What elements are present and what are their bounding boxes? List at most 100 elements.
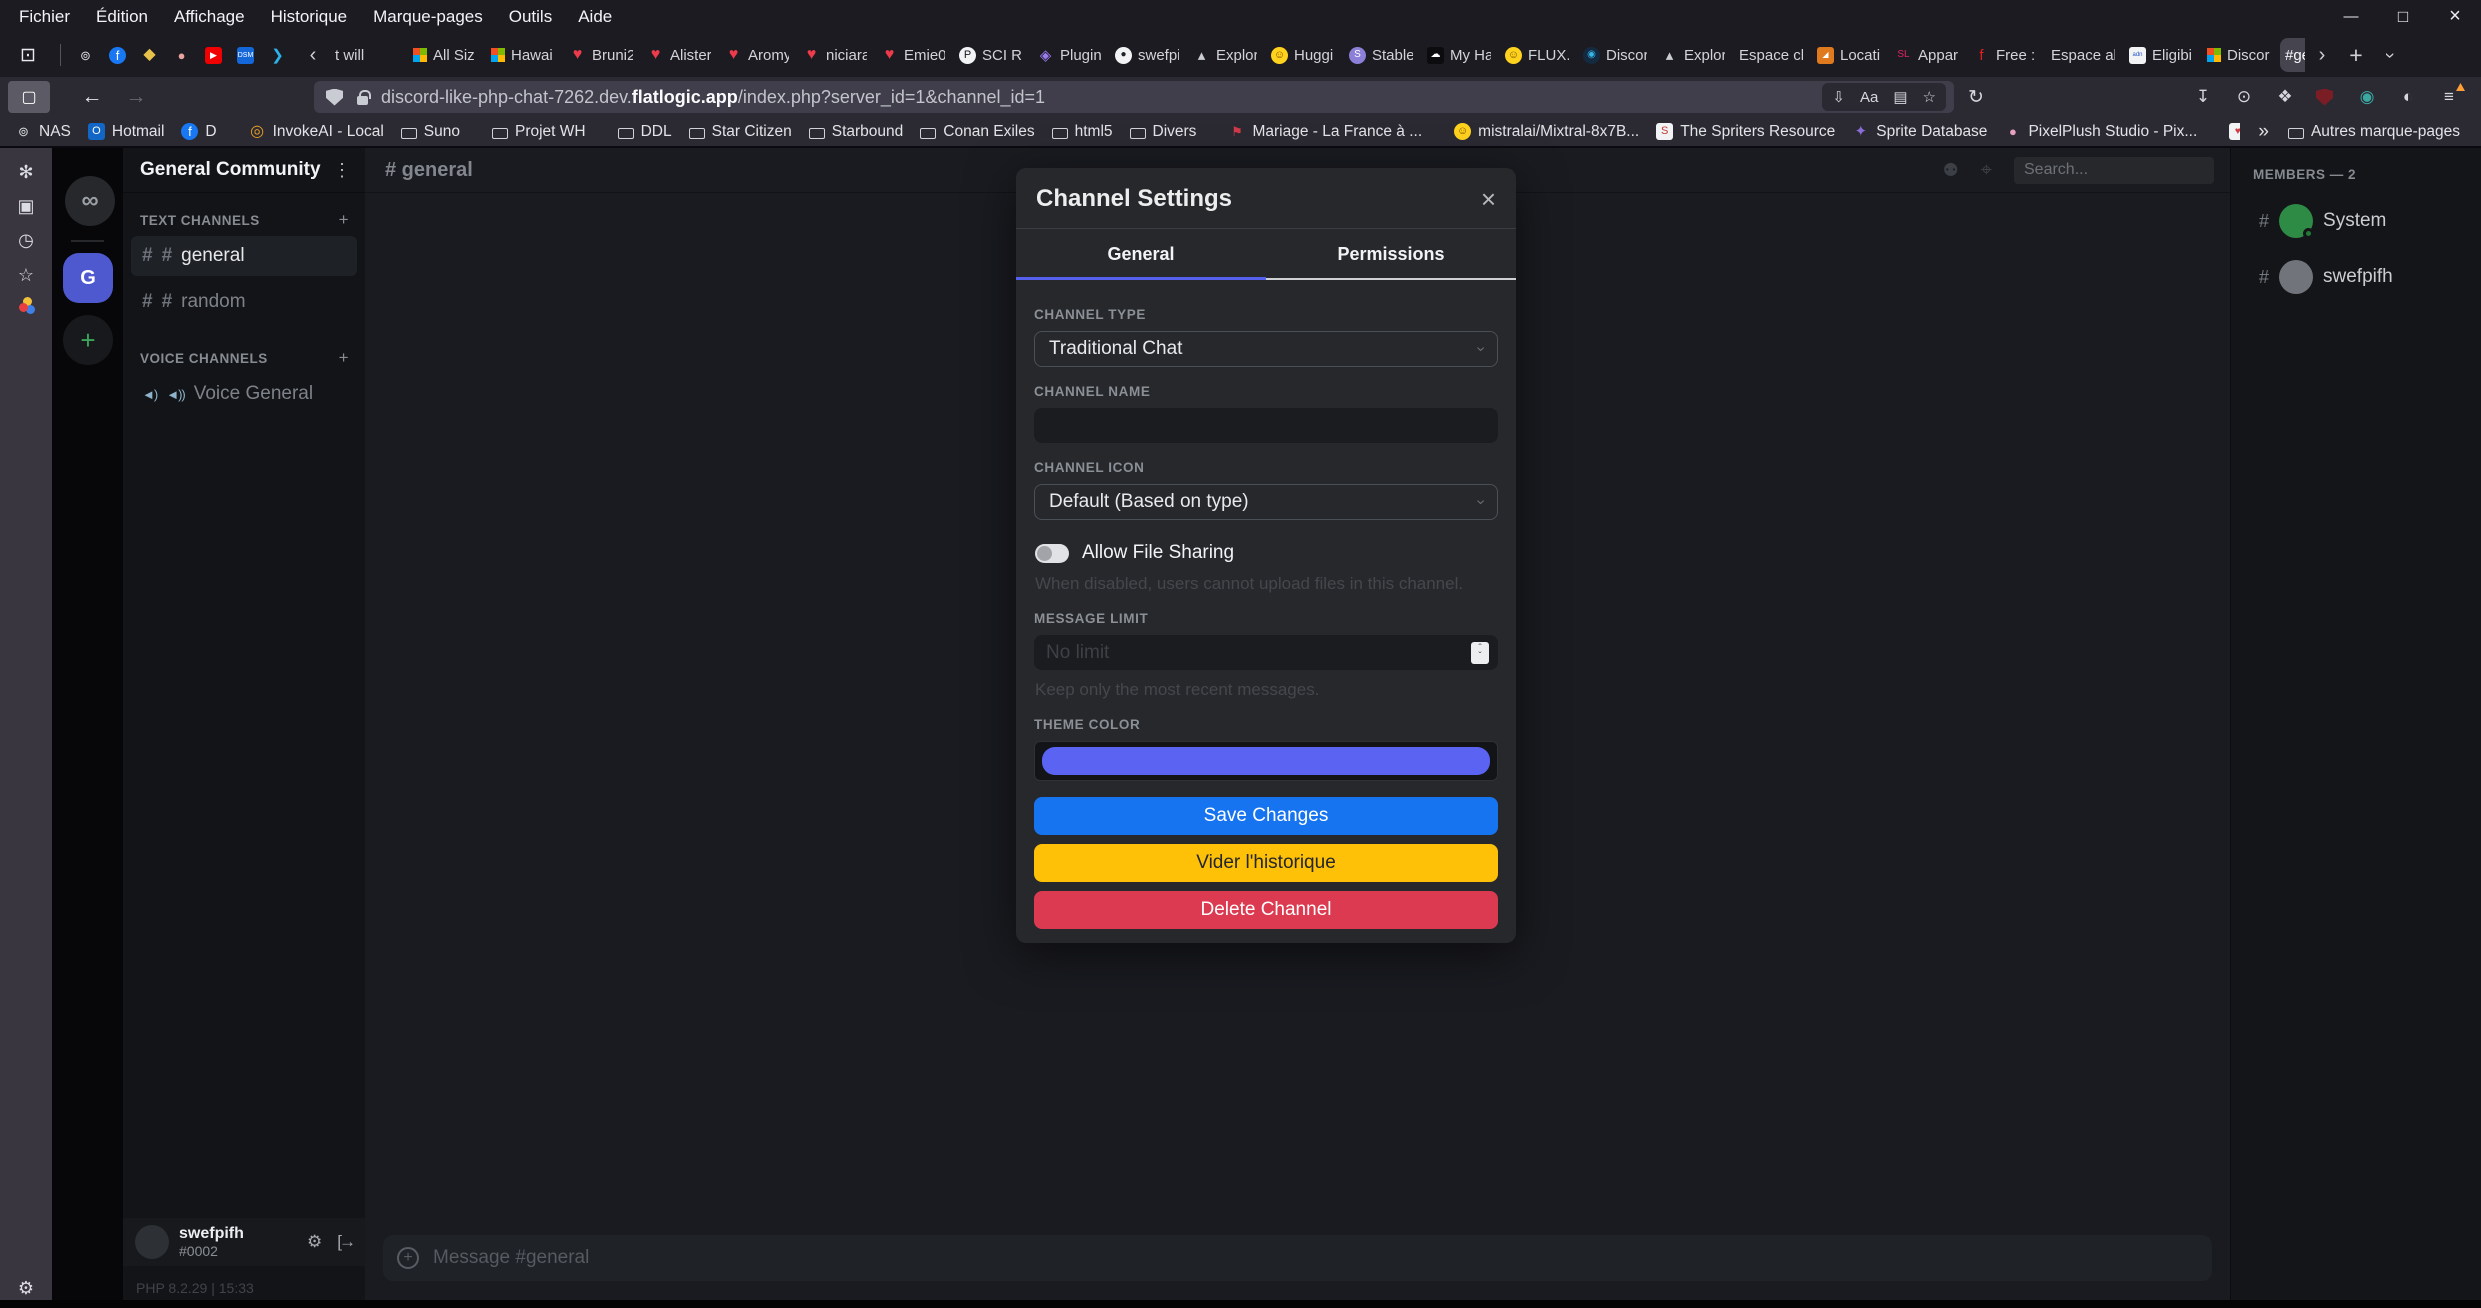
- robot-icon[interactable]: ◉: [2357, 87, 2377, 107]
- back-button[interactable]: ←: [74, 81, 110, 113]
- scroll-tabs-left-button[interactable]: ‹: [296, 39, 330, 71]
- bookmark-item[interactable]: ✦ Sprite Database: [1847, 123, 1992, 141]
- browser-tab[interactable]: SL Appar: [1890, 38, 1964, 72]
- downloads-icon[interactable]: ↧: [2193, 87, 2213, 107]
- browser-tab[interactable]: ♥ Aromy: [720, 38, 794, 72]
- save-page-icon[interactable]: ⇩: [1832, 88, 1845, 106]
- channel-name-input[interactable]: [1034, 408, 1498, 443]
- discord-home-button[interactable]: ∞: [65, 176, 115, 226]
- browser-tab[interactable]: ☺ Huggi: [1266, 38, 1340, 72]
- bookmark-item[interactable]: f D: [176, 123, 221, 141]
- member-row[interactable]: # swefpifh: [2231, 246, 2481, 294]
- voice-channel-item[interactable]: ◄) ◄)) Voice General: [131, 374, 357, 414]
- add-channel-button[interactable]: +: [339, 210, 349, 230]
- browser-tab[interactable]: ▴ Explor: [1656, 38, 1730, 72]
- menu-item[interactable]: Aide: [565, 0, 625, 33]
- message-limit-input[interactable]: [1034, 635, 1498, 670]
- menu-icon[interactable]: ≡: [2439, 87, 2459, 107]
- history-clock-icon[interactable]: ◷: [0, 230, 52, 251]
- chatgpt-icon[interactable]: ✻: [0, 162, 52, 183]
- bookmark-item[interactable]: Divers: [1125, 123, 1202, 141]
- modal-action-button[interactable]: Delete Channel: [1034, 891, 1498, 929]
- bookmark-item[interactable]: html5: [1047, 123, 1118, 141]
- extensions-icon[interactable]: ❖: [2275, 87, 2295, 107]
- tracking-shield-icon[interactable]: [326, 89, 343, 106]
- browser-tab[interactable]: t will: [330, 38, 404, 72]
- pixel-creature-icon[interactable]: ●: [173, 47, 190, 64]
- browser-tab[interactable]: #genera ×: [2280, 38, 2305, 72]
- browser-tab[interactable]: adn Eligibi: [2124, 38, 2198, 72]
- bookmark-item[interactable]: Star Citizen: [684, 123, 797, 141]
- bookmark-item[interactable]: ⊚ NAS: [10, 123, 76, 141]
- forward-button[interactable]: →: [118, 81, 154, 113]
- server-header[interactable]: General Community ⋮: [123, 148, 365, 193]
- member-row[interactable]: # System: [2231, 190, 2481, 238]
- browser-tab[interactable]: ◢ Locati: [1812, 38, 1886, 72]
- search-input[interactable]: [2014, 157, 2214, 184]
- modal-tab[interactable]: General: [1016, 229, 1266, 278]
- screenshare-icon[interactable]: ▣: [0, 196, 52, 217]
- menu-item[interactable]: Historique: [258, 0, 361, 33]
- minimize-button[interactable]: —: [2325, 0, 2377, 33]
- other-bookmarks-button[interactable]: Autres marque-pages: [2283, 123, 2465, 141]
- bookmark-star-icon[interactable]: ☆: [1923, 88, 1936, 106]
- menu-item[interactable]: Outils: [496, 0, 565, 33]
- browser-tab[interactable]: ♥ niciara: [798, 38, 872, 72]
- channel-item[interactable]: # # general: [131, 236, 357, 276]
- bookmark-item[interactable]: Projet WH: [487, 123, 591, 141]
- attach-plus-icon[interactable]: +: [397, 1247, 419, 1269]
- channel-icon-select[interactable]: Default (Based on type) ›: [1034, 484, 1498, 520]
- browser-tab[interactable]: f Free :: [1968, 38, 2042, 72]
- modal-action-button[interactable]: Vider l'historique: [1034, 844, 1498, 882]
- browser-tab[interactable]: ☁ My Ha: [1422, 38, 1496, 72]
- server-button-general-community[interactable]: G: [63, 253, 113, 303]
- channel-item[interactable]: # # random: [131, 282, 357, 322]
- colors-icon[interactable]: [0, 299, 52, 312]
- theme-color-picker[interactable]: [1034, 741, 1498, 781]
- bookmark-item[interactable]: O Hotmail: [83, 123, 170, 141]
- menu-item[interactable]: Affichage: [161, 0, 258, 33]
- bookmark-item[interactable]: ◎ InvokeAI - Local: [244, 123, 389, 141]
- menu-item[interactable]: Marque-pages: [360, 0, 496, 33]
- pin-icon[interactable]: ⌖: [1981, 159, 1992, 182]
- browser-tab[interactable]: Espace clie: [1734, 38, 1808, 72]
- file-sharing-toggle[interactable]: [1035, 544, 1069, 563]
- menu-item[interactable]: Édition: [83, 0, 161, 33]
- modal-action-button[interactable]: Save Changes: [1034, 797, 1498, 835]
- browser-tab[interactable]: ◈ Plugin: [1032, 38, 1106, 72]
- sidebar-toggle-button[interactable]: ▢: [8, 81, 50, 113]
- settings-gear-icon[interactable]: ⚙: [0, 1278, 52, 1299]
- ublock-icon[interactable]: [2316, 89, 2336, 106]
- bookmark-item[interactable]: S The Spriters Resource: [1651, 123, 1840, 141]
- account-icon[interactable]: ⊙: [2234, 87, 2254, 107]
- facebook-icon[interactable]: f: [109, 47, 126, 64]
- modal-tab[interactable]: Permissions: [1266, 229, 1516, 278]
- bookmark-item[interactable]: Conan Exiles: [915, 123, 1039, 141]
- translate-icon[interactable]: Aa: [1860, 89, 1878, 106]
- bookmark-item[interactable]: ● PixelPlush Studio - Pix...: [1999, 123, 2202, 141]
- url-bar[interactable]: discord-like-php-chat-7262.dev.flatlogic…: [314, 81, 1954, 113]
- bookmarks-overflow-button[interactable]: »: [2258, 121, 2269, 143]
- members-toggle-icon[interactable]: ⚉: [1943, 160, 1959, 181]
- number-spinner[interactable]: ˆ ˇ: [1471, 642, 1489, 664]
- bookmark-item[interactable]: Suno: [396, 123, 465, 141]
- maximize-button[interactable]: □: [2377, 0, 2429, 33]
- synology-icon[interactable]: ❯: [269, 47, 286, 64]
- channel-type-select[interactable]: Traditional Chat ›: [1034, 331, 1498, 367]
- bookmark-item[interactable]: ♥ Download Time Mana...: [2224, 123, 2240, 141]
- logout-icon[interactable]: [→: [337, 1232, 353, 1252]
- globe-icon[interactable]: ⊚: [77, 47, 94, 64]
- lock-icon[interactable]: [357, 96, 368, 105]
- bookmark-item[interactable]: Starbound: [804, 123, 909, 141]
- bookmark-item[interactable]: ☺ mistralai/Mixtral-8x7B...: [1449, 123, 1644, 141]
- menu-item[interactable]: Fichier: [6, 0, 83, 33]
- browser-tab[interactable]: Hawai: [486, 38, 560, 72]
- youtube-icon[interactable]: ▶: [205, 47, 222, 64]
- scroll-tabs-right-button[interactable]: ›: [2305, 39, 2339, 71]
- bookmark-item[interactable]: DDL: [613, 123, 677, 141]
- browser-tab[interactable]: ● swefpi: [1110, 38, 1184, 72]
- dsm-icon[interactable]: DSM: [237, 47, 254, 64]
- browser-tab[interactable]: All Siz: [408, 38, 482, 72]
- diamond-icon[interactable]: ◆: [141, 47, 158, 64]
- browser-tab[interactable]: Discor: [2202, 38, 2276, 72]
